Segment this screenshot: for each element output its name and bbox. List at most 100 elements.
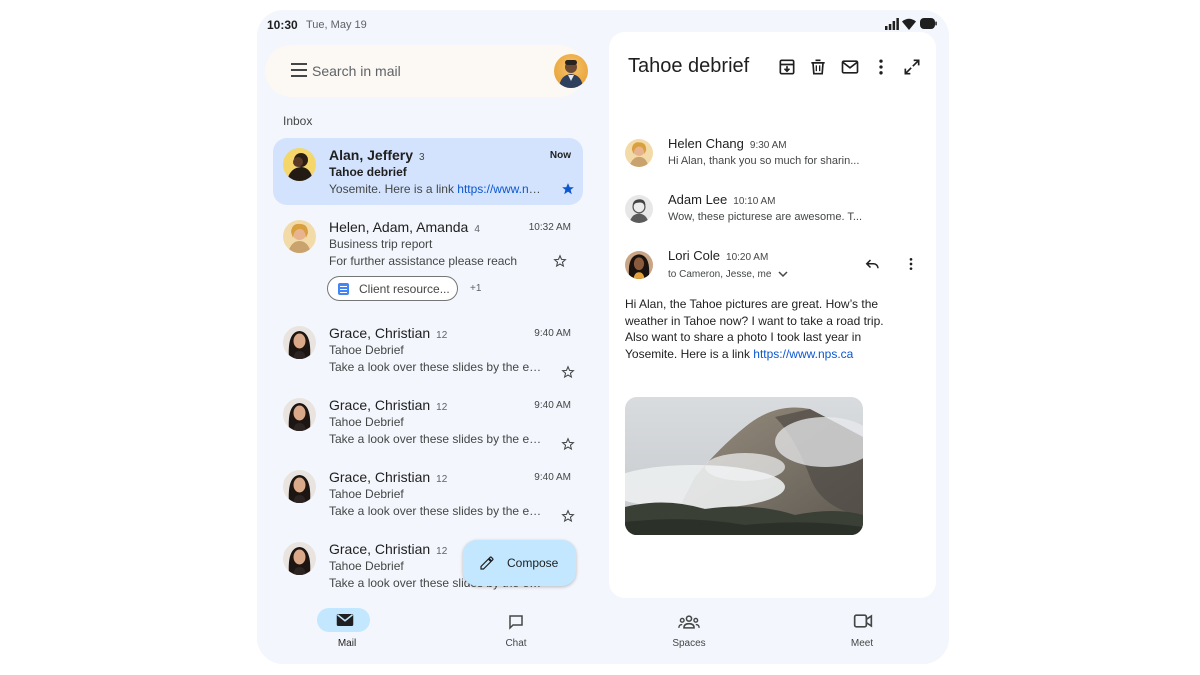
nav-item-spaces[interactable]: Spaces <box>649 606 729 664</box>
attachment-name: Client resource... <box>359 282 450 296</box>
sender-avatar <box>283 326 316 359</box>
message-body: Hi Alan, the Tahoe pictures are great. H… <box>625 297 884 361</box>
mail-time: 9:40 AM <box>534 328 571 339</box>
thread-count: 12 <box>436 330 448 341</box>
message-time: 9:30 AM <box>749 140 787 151</box>
message-recipients[interactable]: to Cameron, Jesse, me <box>668 269 788 280</box>
search-bar <box>265 45 588 97</box>
reading-pane: Tahoe debrief Helen Chang 9:30 AM Hi Alan… <box>609 32 936 598</box>
mail-time: Now <box>549 150 571 161</box>
sender-avatar <box>283 470 316 503</box>
message-avatar <box>625 195 653 223</box>
spaces-icon <box>678 615 700 629</box>
mail-sender: Grace, Christian 12 <box>329 469 448 485</box>
attached-photo[interactable] <box>625 397 863 535</box>
hamburger-menu-icon[interactable] <box>291 63 309 79</box>
mail-subject: Tahoe debrief <box>329 165 407 179</box>
message-sender[interactable]: Lori Cole 10:20 AM <box>668 248 768 263</box>
account-avatar[interactable] <box>554 54 588 88</box>
mail-time: 9:40 AM <box>534 400 571 411</box>
mail-sender: Alan, Jeffery 3 <box>329 147 425 163</box>
sender-avatar <box>283 220 316 253</box>
nav-label: Meet <box>850 638 874 649</box>
mail-list-item[interactable]: Grace, Christian 12 9:40 AM Tahoe Debrief… <box>273 316 583 382</box>
chevron-down-icon[interactable] <box>778 270 788 278</box>
body-link[interactable]: https://www.nps.ca <box>753 347 853 361</box>
expand-icon[interactable] <box>902 57 922 77</box>
status-date: Tue, May 19 <box>306 19 367 31</box>
thread-count: 12 <box>436 402 448 413</box>
star-outline-icon[interactable] <box>561 365 575 379</box>
search-input[interactable] <box>312 59 542 83</box>
mail-sender: Grace, Christian 12 <box>329 325 448 341</box>
wifi-icon <box>902 18 916 30</box>
thread-title: Tahoe debrief <box>628 55 750 77</box>
message-snippet[interactable]: Hi Alan, thank you so much for sharin... <box>668 155 888 167</box>
gmail-app-window: 10:30 Tue, May 19 Inbo <box>257 10 949 664</box>
chat-icon <box>509 615 523 630</box>
status-time: 10:30 <box>267 18 298 32</box>
more-attachments-count: +1 <box>470 283 482 294</box>
nav-label: Chat <box>505 638 527 649</box>
nav-item-meet[interactable]: Meet <box>822 606 902 664</box>
mail-snippet: Yosemite. Here is a link https://www.nps… <box>329 182 547 196</box>
snippet-link[interactable]: https://www.nps.ca <box>457 182 547 196</box>
mail-snippet: Take a look over these slides by the end… <box>329 360 547 374</box>
mail-list-item[interactable]: Grace, Christian 12 9:40 AM Tahoe Debrief… <box>273 460 583 526</box>
message-time: 10:10 AM <box>733 196 776 207</box>
mail-time: 9:40 AM <box>534 472 571 483</box>
star-outline-icon[interactable] <box>553 254 567 268</box>
more-vert-icon[interactable] <box>871 57 891 77</box>
mail-snippet: For further assistance please reach <box>329 254 518 268</box>
sender-avatar <box>283 148 316 181</box>
message-avatar <box>625 251 653 279</box>
star-outline-icon[interactable] <box>561 509 575 523</box>
document-icon <box>338 283 349 295</box>
bottom-navigation: Mail Chat Spaces Meet <box>257 606 949 664</box>
compose-button[interactable]: Compose <box>463 540 576 586</box>
message-sender[interactable]: Helen Chang 9:30 AM <box>668 136 787 151</box>
mail-list-item[interactable]: Alan, Jeffery 3 Now Tahoe debrief Yosemit… <box>273 138 583 205</box>
thread-count: 3 <box>419 152 425 163</box>
reply-icon[interactable] <box>863 254 881 272</box>
mark-unread-icon[interactable] <box>840 57 860 77</box>
thread-count: 4 <box>474 224 480 235</box>
mail-icon <box>336 614 354 626</box>
mail-time: 10:32 AM <box>528 222 571 233</box>
message-sender[interactable]: Adam Lee 10:10 AM <box>668 192 776 207</box>
cellular-signal-icon <box>885 18 899 30</box>
battery-icon <box>920 18 937 29</box>
delete-icon[interactable] <box>808 57 828 77</box>
mail-list-item[interactable]: Helen, Adam, Amanda 4 10:32 AM Business t… <box>273 210 583 310</box>
nav-item-chat[interactable]: Chat <box>476 606 556 664</box>
mail-snippet: Take a look over these slides by the end… <box>329 432 547 446</box>
message-more-icon[interactable] <box>903 256 919 272</box>
nav-label: Spaces <box>672 638 706 649</box>
meet-icon <box>853 614 873 628</box>
star-outline-icon[interactable] <box>561 437 575 451</box>
sender-avatar <box>283 398 316 431</box>
message-avatar <box>625 139 653 167</box>
compose-label: Compose <box>507 556 559 570</box>
sender-avatar <box>283 542 316 575</box>
mail-sender: Helen, Adam, Amanda 4 <box>329 219 480 235</box>
mail-subject: Tahoe Debrief <box>329 343 404 357</box>
inbox-label: Inbox <box>283 114 313 128</box>
mail-subject: Business trip report <box>329 237 433 251</box>
thread-count: 12 <box>436 474 448 485</box>
mail-subject: Tahoe Debrief <box>329 487 404 501</box>
thread-count: 12 <box>436 546 448 557</box>
mail-snippet: Take a look over these slides by the end… <box>329 504 547 518</box>
archive-icon[interactable] <box>777 57 797 77</box>
nav-label: Mail <box>337 638 357 649</box>
mail-subject: Tahoe Debrief <box>329 559 404 573</box>
mail-list-item[interactable]: Grace, Christian 12 9:40 AM Tahoe Debrief… <box>273 388 583 454</box>
pencil-icon <box>480 556 494 570</box>
nav-item-mail[interactable]: Mail <box>307 606 387 664</box>
star-filled-icon[interactable] <box>561 182 575 196</box>
message-time: 10:20 AM <box>726 252 769 263</box>
mail-sender: Grace, Christian 12 <box>329 397 448 413</box>
attachment-chip[interactable]: Client resource... <box>327 276 458 301</box>
mail-sender: Grace, Christian 12 <box>329 541 448 557</box>
message-snippet[interactable]: Wow, these picturese are awesome. T... <box>668 211 888 223</box>
